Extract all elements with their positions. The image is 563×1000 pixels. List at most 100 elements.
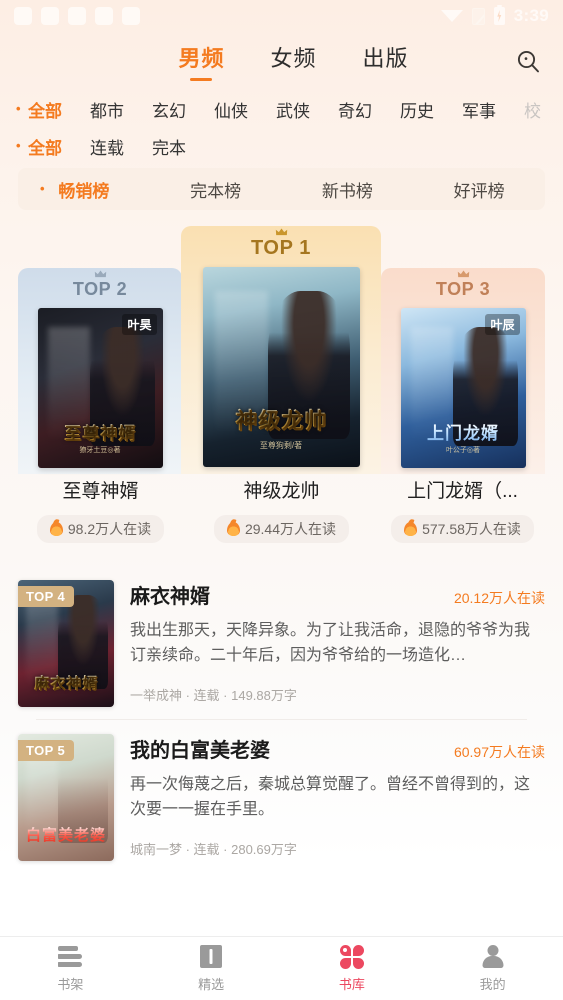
cover-title-text: 至尊神婿 [38, 419, 163, 444]
notification-icon [41, 7, 59, 25]
charging-bolt-icon [497, 10, 502, 22]
notification-icon [68, 7, 86, 25]
cover-author-text: 至尊狗剩/著 [259, 441, 303, 450]
rank-badge: TOP 5 [18, 740, 75, 761]
flame-icon [49, 522, 63, 536]
status-time: 3:39 [513, 6, 549, 25]
rank-tab-bestseller[interactable]: 畅销榜 [18, 177, 150, 202]
status-bar: 3:39 [0, 0, 563, 32]
status-chip-completed[interactable]: 完本 [138, 134, 200, 159]
book-thumbnail[interactable]: TOP 5 白富美老婆 [18, 734, 114, 861]
cover-author-text: 獠牙土豆◎著 [79, 447, 121, 455]
tab-label: 男频 [178, 46, 225, 71]
status-notification-icons [14, 7, 140, 25]
book-cover-rank2[interactable]: 叶昊 至尊神婿 獠牙土豆◎著 [37, 308, 163, 468]
book-list: TOP 4 麻衣神婿 麻衣神婿 20.12万人在读 我出生那天，天降异象。为了让… [0, 558, 563, 936]
book-cover-rank3[interactable]: 叶辰 上门龙婿 叶公子◎著 [400, 308, 526, 468]
genre-chip-campus[interactable]: 校 [510, 97, 555, 122]
book-header: 我的白富美老婆 60.97万人在读 [130, 734, 545, 763]
bottom-navigation: 书架 精选 书库 我的 [0, 936, 563, 1000]
book-info: 麻衣神婿 20.12万人在读 我出生那天，天降异象。为了让我活命，退隐的爷爷为我… [130, 580, 545, 707]
nav-label: 精选 [198, 976, 225, 992]
channel-tabs: 男频 女频 出版 [154, 41, 408, 81]
tab-label: 女频 [270, 46, 317, 71]
rank-text: TOP 2 [72, 279, 128, 299]
notification-icon [14, 7, 32, 25]
search-button[interactable] [511, 44, 545, 78]
podium-card-rank2[interactable]: TOP 2 叶昊 至尊神婿 獠牙土豆◎著 [18, 268, 182, 474]
status-filter-row[interactable]: 全部 连载 完本 [0, 128, 563, 164]
book-description: 我出生那天，天降异象。为了让我活命，退隐的爷爷为我订亲续命。二十年后，因为爷爷给… [130, 622, 531, 664]
book-header: 麻衣神婿 20.12万人在读 [130, 580, 545, 609]
book-title: 麻衣神婿 [130, 586, 210, 608]
list-item[interactable]: TOP 5 白富美老婆 我的白富美老婆 60.97万人在读 再一次侮蔑之后，秦城… [18, 720, 545, 871]
rank-text: TOP 1 [250, 237, 312, 259]
status-chip-serializing[interactable]: 连载 [76, 134, 138, 159]
tab-label: 出版 [362, 46, 409, 71]
genre-chip-military[interactable]: 军事 [448, 97, 510, 122]
cover-title-text: 麻衣神婿 [18, 672, 114, 693]
rank-badge: TOP 4 [18, 586, 75, 607]
cover-title-text: 上门龙婿 [401, 419, 526, 444]
genre-chip-urban[interactable]: 都市 [76, 97, 138, 122]
genre-chip-magic[interactable]: 奇幻 [324, 97, 386, 122]
podium-rank-label-3: TOP 3 [435, 270, 491, 300]
user-icon [480, 945, 506, 969]
book-description: 再一次侮蔑之后，秦城总算觉醒了。曾经不曾得到的，这次要一一握在手里。 [130, 776, 531, 818]
tab-female-channel[interactable]: 女频 [270, 41, 316, 81]
app-root: 3:39 男频 女频 出版 全部 都市 玄幻 仙侠 武侠 [0, 0, 563, 1000]
readers-count: 20.12万人在读 [453, 590, 545, 606]
header-bar: 男频 女频 出版 [0, 32, 563, 90]
rank-tab-completed[interactable]: 完本榜 [150, 177, 282, 202]
book-title: 我的白富美老婆 [130, 740, 270, 762]
book-thumbnail[interactable]: TOP 4 麻衣神婿 [18, 580, 114, 707]
rank-tab-acclaimed[interactable]: 好评榜 [413, 177, 545, 202]
nav-label: 我的 [479, 976, 506, 992]
genre-chip-history[interactable]: 历史 [386, 97, 448, 122]
crown-icon [275, 228, 288, 236]
notification-icon [122, 7, 140, 25]
flame-icon [226, 522, 240, 536]
genre-chip-all[interactable]: 全部 [14, 97, 76, 122]
podium-section: TOP 2 叶昊 至尊神婿 獠牙土豆◎著 TOP 1 神级龙帅 至尊狗剩/著 T… [0, 220, 563, 550]
book-meta: 城南一梦 · 连载 · 280.69万字 [130, 841, 297, 857]
tab-male-channel[interactable]: 男频 [178, 41, 224, 81]
cover-title-text: 白富美老婆 [18, 824, 114, 845]
flame-icon [404, 522, 418, 536]
search-icon [517, 50, 539, 72]
genre-chip-fantasy[interactable]: 玄幻 [138, 97, 200, 122]
bookshelf-icon [57, 945, 83, 969]
crown-icon [94, 270, 107, 278]
list-item[interactable]: TOP 4 麻衣神婿 麻衣神婿 20.12万人在读 我出生那天，天降异象。为了让… [18, 566, 545, 717]
nav-item-bookshelf[interactable]: 书架 [0, 945, 141, 993]
book-cover-rank1[interactable]: 神级龙帅 至尊狗剩/著 [202, 267, 360, 467]
nav-label: 书架 [57, 976, 84, 992]
cover-author-text: 叶公子◎著 [445, 447, 481, 455]
cover-character-tag: 叶辰 [485, 314, 520, 335]
rank-tab-new[interactable]: 新书榜 [282, 177, 414, 202]
status-system-icons: 3:39 [440, 4, 549, 26]
book-meta: 一举成神 · 连载 · 149.88万字 [130, 687, 297, 703]
nav-item-library[interactable]: 书库 [282, 944, 423, 993]
cover-character-tag: 叶昊 [122, 314, 157, 335]
notification-icon [95, 7, 113, 25]
genre-chip-wuxia[interactable]: 武侠 [262, 97, 324, 122]
wifi-icon [440, 9, 463, 22]
genre-chip-xianxia[interactable]: 仙侠 [200, 97, 262, 122]
nav-item-profile[interactable]: 我的 [422, 945, 563, 993]
rank-text: TOP 3 [435, 279, 491, 299]
podium-rank-label-1: TOP 1 [250, 228, 312, 260]
podium-card-rank1[interactable]: TOP 1 神级龙帅 至尊狗剩/著 [181, 226, 381, 474]
tab-publishing[interactable]: 出版 [363, 41, 409, 81]
genre-filter-row[interactable]: 全部 都市 玄幻 仙侠 武侠 奇幻 历史 军事 校 [0, 90, 563, 128]
nav-item-featured[interactable]: 精选 [141, 944, 282, 993]
rank-tabs: 畅销榜 完本榜 新书榜 好评榜 [18, 168, 545, 210]
battery-charging-icon [493, 4, 505, 25]
status-chip-all[interactable]: 全部 [14, 134, 76, 159]
nav-label: 书库 [338, 976, 365, 992]
podium-rank-label-2: TOP 2 [72, 270, 128, 300]
book-info: 我的白富美老婆 60.97万人在读 再一次侮蔑之后，秦城总算觉醒了。曾经不曾得到… [130, 734, 545, 861]
signal-off-icon [471, 7, 485, 25]
podium-card-rank3[interactable]: TOP 3 叶辰 上门龙婿 叶公子◎著 [381, 268, 545, 474]
clover-icon [339, 944, 365, 969]
